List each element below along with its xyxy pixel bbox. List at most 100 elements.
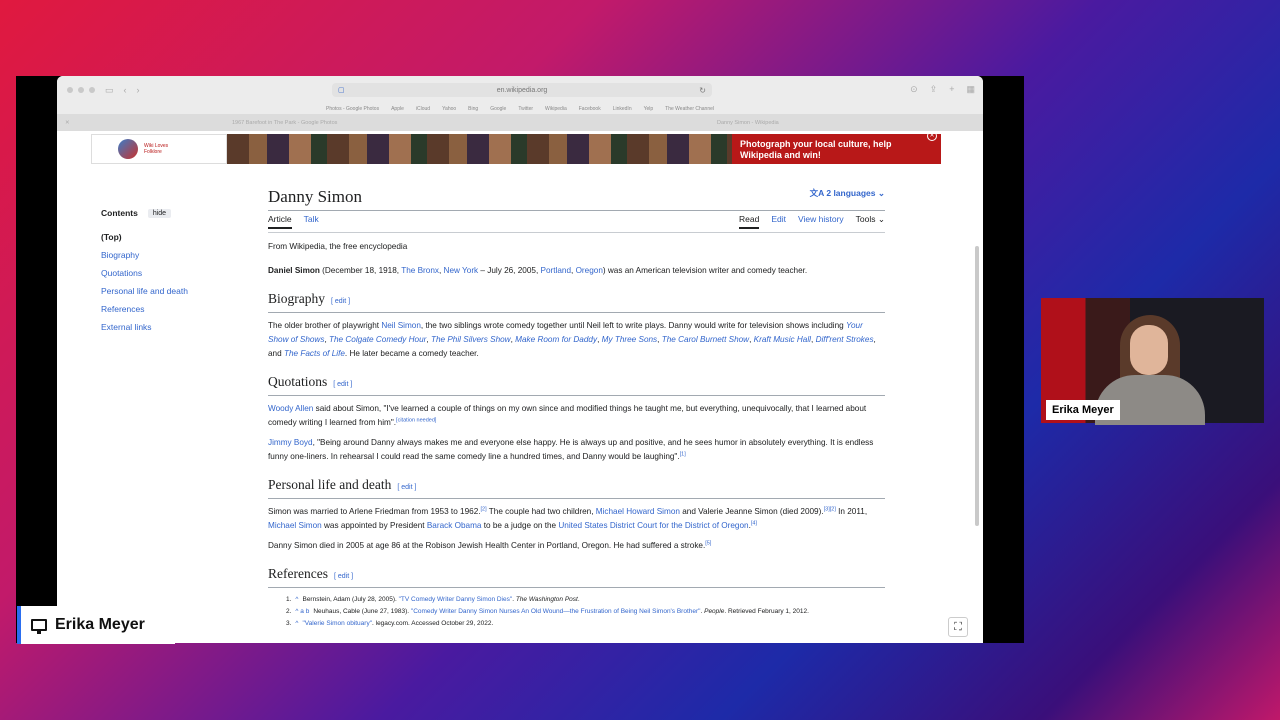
reference-link[interactable]: "TV Comedy Writer Danny Simon Dies" — [399, 596, 513, 603]
citation[interactable]: [4] — [751, 520, 757, 527]
personal-paragraph: Simon was married to Arlene Friedman fro… — [268, 506, 868, 530]
table-of-contents: Contents hide (Top) Biography Quotations… — [101, 208, 188, 340]
reference-item: 2. ^ a b Neuhaus, Cable (June 27, 1983). "… — [286, 608, 809, 615]
banner-logo-text: Wiki Loves Folklore — [144, 143, 169, 155]
toc-item-top[interactable]: (Top) — [101, 232, 188, 250]
link-show[interactable]: The Carol Burnett Show — [662, 335, 749, 344]
favorite-item[interactable]: Twitter — [518, 106, 533, 112]
tab-read[interactable]: Read — [739, 212, 760, 229]
banner-logo: Wiki Loves Folklore — [91, 134, 227, 164]
share-icon[interactable]: ⇪ — [930, 84, 938, 95]
participant-name-label: Erika Meyer — [1046, 400, 1120, 420]
browser-tab[interactable]: 1967 Barefoot in The Park - Google Photo… — [232, 120, 337, 126]
article-tagline: From Wikipedia, the free encyclopedia — [268, 242, 408, 251]
sidebar-icon[interactable]: ▭ — [105, 85, 114, 96]
window-controls[interactable] — [67, 87, 95, 93]
link-new-york[interactable]: New York — [444, 266, 479, 275]
tab-bar: ✕ 1967 Barefoot in The Park - Google Pho… — [57, 114, 983, 131]
toc-item-quotations[interactable]: Quotations — [101, 268, 188, 286]
link-barack-obama[interactable]: Barack Obama — [427, 521, 482, 530]
favorite-item[interactable]: Photos - Google Photos — [326, 106, 379, 112]
wiki-loves-folklore-logo-icon — [118, 139, 138, 159]
toc-header: Contents hide — [101, 208, 188, 218]
toc-item-references[interactable]: References — [101, 304, 188, 322]
page-scrollbar[interactable] — [975, 246, 979, 526]
language-count: 2 languages — [826, 188, 876, 198]
tab-overview-icon[interactable]: ▦ — [966, 84, 975, 95]
chevron-down-icon: ⌄ — [877, 188, 885, 198]
link-show[interactable]: Make Room for Daddy — [515, 335, 597, 344]
banner-message: Photograph your local culture, help Wiki… — [740, 139, 892, 160]
citation[interactable]: [5] — [705, 540, 711, 547]
language-selector[interactable]: 文A 2 languages ⌄ — [810, 182, 885, 204]
tools-menu[interactable]: Tools ⌄ — [856, 212, 885, 229]
favorite-item[interactable]: The Weather Channel — [665, 106, 714, 112]
edit-section-link[interactable]: [ edit ] — [331, 298, 350, 305]
banner-close-icon[interactable]: ✕ — [927, 131, 937, 141]
link-neil-simon[interactable]: Neil Simon — [381, 321, 421, 330]
link-michael-howard-simon[interactable]: Michael Howard Simon — [596, 507, 680, 516]
reference-link[interactable]: "Valerie Simon obituary" — [302, 620, 372, 627]
tab-article[interactable]: Article — [268, 212, 292, 229]
forward-icon[interactable]: › — [137, 85, 140, 95]
link-woody-allen[interactable]: Woody Allen — [268, 404, 313, 413]
section-heading-references: References[ edit ] — [268, 565, 885, 588]
address-bar[interactable]: ▢ en.wikipedia.org ↻ — [332, 83, 712, 97]
edit-section-link[interactable]: [ edit ] — [397, 484, 416, 491]
close-window-button[interactable] — [67, 87, 73, 93]
reference-link[interactable]: "Comedy Writer Danny Simon Nurses An Old… — [411, 608, 701, 615]
citation[interactable]: [3][2] — [824, 506, 836, 513]
link-show[interactable]: The Facts of Life — [284, 349, 345, 358]
toc-item-personal-life[interactable]: Personal life and death — [101, 286, 188, 304]
edit-section-link[interactable]: [ edit ] — [333, 381, 352, 388]
browser-toolbar: ▭ ‹ › ▢ en.wikipedia.org ↻ ⊙ ⇪ + ▦ — [57, 76, 983, 104]
zoom-window-button[interactable] — [89, 87, 95, 93]
campaign-banner[interactable]: Wiki Loves Folklore Photograph your loca… — [91, 131, 941, 164]
link-the-bronx[interactable]: The Bronx — [401, 266, 439, 275]
new-tab-icon[interactable]: + — [949, 84, 954, 95]
browser-tab-active[interactable]: Danny Simon - Wikipedia — [717, 120, 779, 126]
citation[interactable]: [1] — [680, 451, 686, 458]
favorites-bar: Photos - Google Photos Apple iCloud Yaho… — [57, 104, 983, 114]
favorite-item[interactable]: LinkedIn — [613, 106, 632, 112]
banner-photo-strip — [227, 134, 732, 164]
toc-item-biography[interactable]: Biography — [101, 250, 188, 268]
link-show[interactable]: Kraft Music Hall — [754, 335, 811, 344]
favorite-item[interactable]: Google — [490, 106, 506, 112]
link-show[interactable]: My Three Sons — [602, 335, 658, 344]
section-heading-biography: Biography[ edit ] — [268, 290, 885, 313]
download-icon[interactable]: ⊙ — [910, 84, 918, 95]
favorite-item[interactable]: Bing — [468, 106, 478, 112]
favorite-item[interactable]: Facebook — [579, 106, 601, 112]
link-show[interactable]: The Phil Silvers Show — [431, 335, 511, 344]
reload-icon[interactable]: ↻ — [699, 86, 706, 95]
close-tab-icon[interactable]: ✕ — [65, 120, 70, 126]
edit-section-link[interactable]: [ edit ] — [334, 573, 353, 580]
toc-item-external-links[interactable]: External links — [101, 322, 188, 340]
favorite-item[interactable]: Apple — [391, 106, 404, 112]
tab-talk[interactable]: Talk — [304, 212, 319, 229]
death-paragraph: Danny Simon died in 2005 at age 86 at th… — [268, 540, 712, 550]
favorite-item[interactable]: iCloud — [416, 106, 430, 112]
fullscreen-icon[interactable]: ⛶ — [948, 617, 968, 637]
minimize-window-button[interactable] — [78, 87, 84, 93]
tab-view-history[interactable]: View history — [798, 212, 844, 229]
citation-needed[interactable]: [citation needed] — [396, 417, 436, 424]
toc-hide-button[interactable]: hide — [147, 208, 172, 218]
favorite-item[interactable]: Wikipedia — [545, 106, 567, 112]
link-oregon[interactable]: Oregon — [576, 266, 603, 275]
presenter-name: Erika Meyer — [55, 616, 145, 633]
favorite-item[interactable]: Yahoo — [442, 106, 456, 112]
favorite-item[interactable]: Yelp — [644, 106, 654, 112]
quote-paragraph: Jimmy Boyd, "Being around Danny always m… — [268, 438, 874, 461]
link-show[interactable]: Diff'rent Strokes — [816, 335, 874, 344]
back-icon[interactable]: ‹ — [124, 85, 127, 95]
reference-item: 3. ^ "Valerie Simon obituary". legacy.com.… — [286, 620, 494, 627]
link-show[interactable]: The Colgate Comedy Hour — [329, 335, 426, 344]
tab-edit[interactable]: Edit — [771, 212, 786, 229]
link-portland[interactable]: Portland — [541, 266, 572, 275]
page-title: Danny Simon — [268, 187, 362, 206]
link-district-court[interactable]: United States District Court for the Dis… — [558, 521, 748, 530]
link-jimmy-boyd[interactable]: Jimmy Boyd — [268, 438, 313, 447]
link-michael-simon[interactable]: Michael Simon — [268, 521, 322, 530]
